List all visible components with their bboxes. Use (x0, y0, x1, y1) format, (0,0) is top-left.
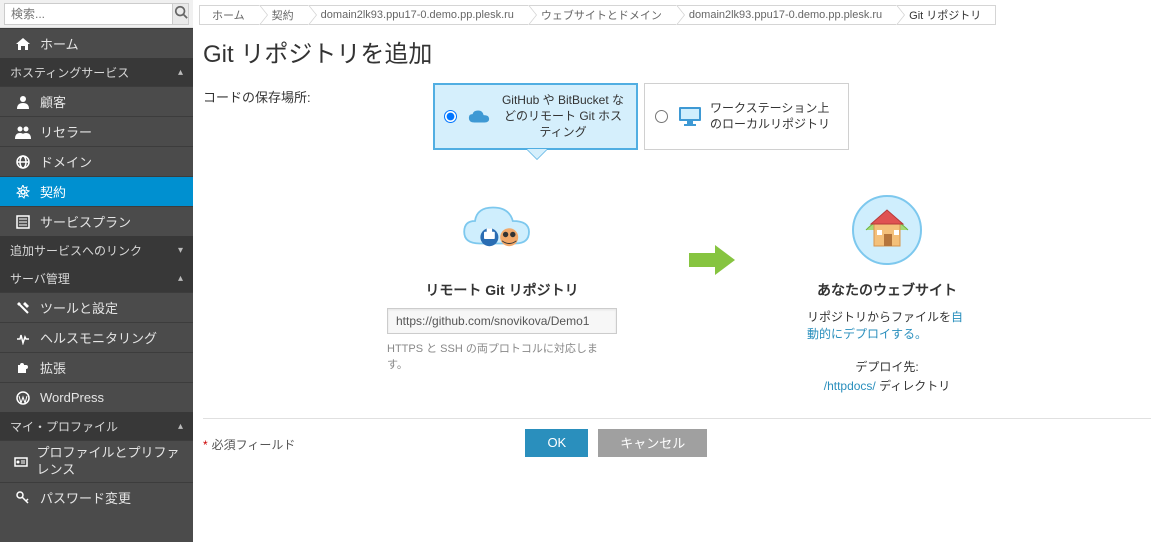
wordpress-icon (14, 391, 32, 405)
required-fields-note: *必須フィールド (203, 436, 295, 453)
sidebar-item-prefs[interactable]: プロファイルとプリファレンス (0, 440, 193, 482)
divider (203, 418, 1151, 419)
breadcrumb-item[interactable]: domain2lk93.ppu17-0.demo.pp.plesk.ru (308, 5, 528, 25)
main-content: ホーム 契約 domain2lk93.ppu17-0.demo.pp.plesk… (193, 0, 1161, 542)
sidebar-group-hosting[interactable]: ホスティングサービス ▴ (0, 58, 193, 86)
breadcrumb-item[interactable]: ウェブサイトとドメイン (528, 5, 676, 25)
sidebar-item-domains[interactable]: ドメイン (0, 146, 193, 176)
puzzle-icon (14, 361, 32, 375)
breadcrumb-item: Git リポジトリ (896, 5, 996, 25)
sidebar-group-profile[interactable]: マイ・プロファイル ▴ (0, 412, 193, 440)
ok-button[interactable]: OK (525, 429, 588, 457)
person-icon (14, 95, 32, 109)
chevron-up-icon: ▴ (178, 67, 183, 78)
key-icon (14, 491, 32, 505)
website-illustration-icon (842, 190, 932, 270)
option-remote-radio[interactable] (444, 110, 457, 123)
remote-repo-note: HTTPS と SSH の両プロトコルに対応します。 (387, 340, 617, 372)
cloud-providers-icon (457, 190, 547, 270)
option-local-workstation[interactable]: ワークステーション上のローカルリポジトリ (644, 83, 849, 150)
arrow-icon (687, 220, 737, 300)
sidebar-item-subscriptions[interactable]: 契約 (0, 176, 193, 206)
chevron-down-icon: ▾ (178, 245, 183, 256)
globe-icon (14, 155, 32, 169)
deploy-path-link[interactable]: /httpdocs/ (824, 379, 876, 393)
deployment-diagram: リモート Git リポジトリ HTTPS と SSH の両プロトコルに対応します… (203, 190, 1151, 396)
sidebar-group-server[interactable]: サーバ管理 ▴ (0, 264, 193, 292)
people-icon (14, 125, 32, 139)
remote-repo-url-input[interactable] (387, 308, 617, 334)
sidebar-item-tools[interactable]: ツールと設定 (0, 292, 193, 322)
search-button[interactable] (173, 3, 189, 25)
chevron-up-icon: ▴ (178, 421, 183, 432)
heartbeat-icon (14, 331, 32, 345)
option-remote-hosting[interactable]: GitHub や BitBucket などのリモート Git ホスティング (433, 83, 638, 150)
gear-icon (14, 185, 32, 199)
cloud-icon (467, 106, 491, 126)
remote-repo-block: リモート Git リポジトリ HTTPS と SSH の両プロトコルに対応します… (387, 190, 617, 372)
search-icon (174, 5, 188, 22)
sidebar-item-password[interactable]: パスワード変更 (0, 482, 193, 512)
card-icon (14, 455, 29, 469)
breadcrumb-item[interactable]: domain2lk93.ppu17-0.demo.pp.plesk.ru (676, 5, 896, 25)
search-input[interactable] (4, 3, 173, 25)
chevron-up-icon: ▴ (178, 273, 183, 284)
sidebar-item-resellers[interactable]: リセラー (0, 116, 193, 146)
tools-icon (14, 301, 32, 315)
page-title: Git リポジトリを追加 (193, 26, 1161, 83)
sidebar-item-label: ホーム (40, 34, 79, 53)
sidebar-item-customers[interactable]: 顧客 (0, 86, 193, 116)
remote-repo-title: リモート Git リポジトリ (425, 280, 578, 300)
cancel-button[interactable]: キャンセル (598, 429, 707, 457)
sidebar: ホーム ホスティングサービス ▴ 顧客 リセラー ドメイン 契約 サービスプラン… (0, 0, 193, 542)
code-location-label: コードの保存場所: (203, 83, 413, 106)
sidebar-item-wordpress[interactable]: WordPress (0, 382, 193, 412)
breadcrumb-item[interactable]: ホーム (199, 5, 259, 25)
your-site-title: あなたのウェブサイト (817, 280, 957, 300)
sidebar-item-home[interactable]: ホーム (0, 28, 193, 58)
list-icon (14, 215, 32, 229)
monitor-icon (678, 106, 702, 126)
breadcrumb: ホーム 契約 domain2lk93.ppu17-0.demo.pp.plesk… (193, 0, 1161, 26)
search-bar (0, 0, 193, 28)
sidebar-item-extensions[interactable]: 拡張 (0, 352, 193, 382)
option-local-radio[interactable] (655, 110, 668, 123)
sidebar-group-addlinks[interactable]: 追加サービスへのリンク ▾ (0, 236, 193, 264)
location-options: GitHub や BitBucket などのリモート Git ホスティング ワー… (433, 83, 849, 150)
deploy-target-label: デプロイ先: (855, 358, 918, 375)
home-icon (14, 37, 32, 51)
your-site-block: あなたのウェブサイト リポジトリからファイルを自動的にデプロイする。 デプロイ先… (807, 190, 967, 396)
sidebar-item-health[interactable]: ヘルスモニタリング (0, 322, 193, 352)
sidebar-item-plans[interactable]: サービスプラン (0, 206, 193, 236)
